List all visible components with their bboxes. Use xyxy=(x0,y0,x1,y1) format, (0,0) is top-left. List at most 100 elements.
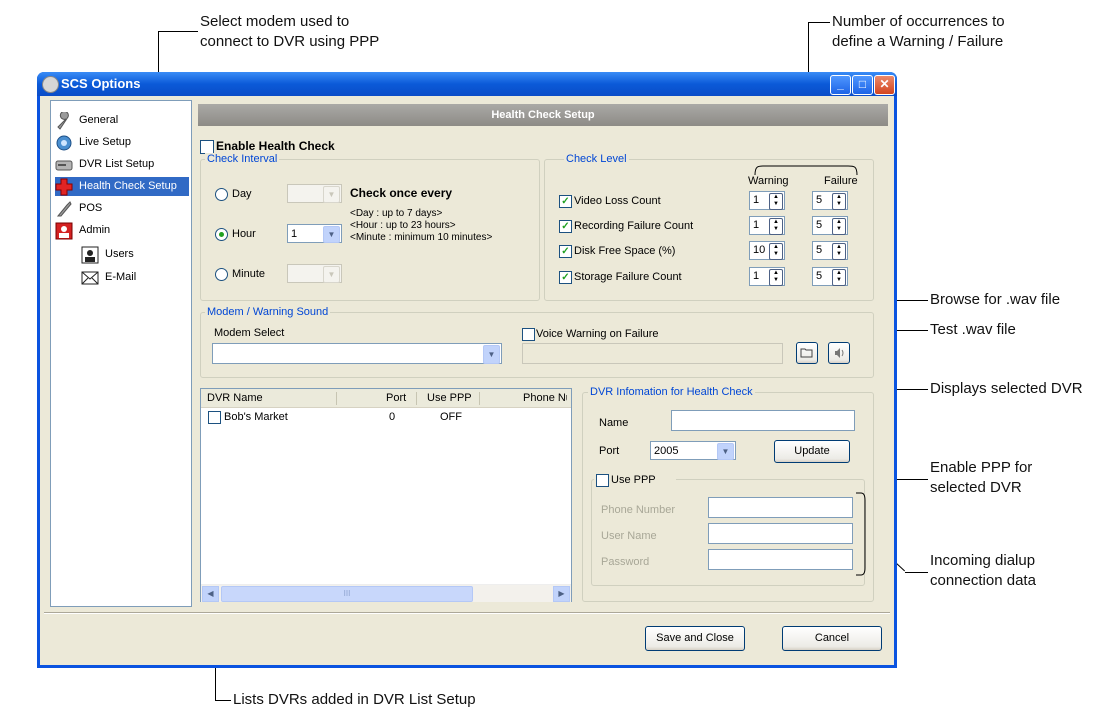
cancel-button[interactable]: Cancel xyxy=(782,626,882,651)
nav-item-live-setup[interactable]: Live Setup xyxy=(55,133,189,152)
disk-free-space-checkbox[interactable]: ✓ xyxy=(559,245,572,258)
bracket-icon xyxy=(856,492,866,576)
nav-item-pos[interactable]: POS xyxy=(55,199,189,218)
use-ppp-label: Use PPP xyxy=(611,474,656,486)
nav-item-health-check-setup[interactable]: Health Check Setup xyxy=(55,177,189,196)
recording-failure-checkbox[interactable]: ✓ xyxy=(559,220,572,233)
health-cross-icon xyxy=(55,178,73,196)
password-field[interactable] xyxy=(708,549,853,570)
name-label: Name xyxy=(599,417,629,429)
storage-failure-failure-stepper[interactable]: 5 ▲ ▼ xyxy=(812,267,848,286)
callout-line xyxy=(905,572,928,573)
user-name-field[interactable] xyxy=(708,523,853,544)
callout-incoming-dialup: Incoming dialup connection data xyxy=(930,552,1036,589)
voice-warning-checkbox[interactable] xyxy=(522,328,535,341)
video-loss-checkbox[interactable]: ✓ xyxy=(559,195,572,208)
hour-label: Hour xyxy=(232,228,256,240)
password-label: Password xyxy=(601,556,650,568)
column-phone-number[interactable]: Phone Nu xyxy=(523,391,567,405)
day-select[interactable]: ▼ xyxy=(287,184,342,203)
minimize-button[interactable]: _ xyxy=(830,75,851,95)
storage-failure-warning-stepper[interactable]: 1 ▲ ▼ xyxy=(749,267,785,286)
table-row[interactable]: Bob's Market 0 OFF xyxy=(201,409,571,425)
port-label: Port xyxy=(599,445,620,457)
dvr-name-cell: Bob's Market xyxy=(224,411,288,423)
save-and-close-button[interactable]: Save and Close xyxy=(645,626,745,651)
dvr-info-title: DVR Infomation for Health Check xyxy=(588,386,755,398)
update-button[interactable]: Update xyxy=(774,440,850,463)
check-level-title: Check Level xyxy=(564,153,629,165)
scroll-right-button[interactable]: ▶ xyxy=(553,586,570,602)
modem-select-label: Modem Select xyxy=(214,327,285,339)
panel-header: Health Check Setup xyxy=(198,104,888,126)
footer-divider xyxy=(44,612,890,614)
day-radio[interactable] xyxy=(215,188,228,201)
dvr-ppp-cell: OFF xyxy=(440,411,462,423)
nav-item-email[interactable]: E-Mail xyxy=(81,268,181,287)
check-interval-title: Check Interval xyxy=(205,153,280,165)
nav-item-admin[interactable]: Admin xyxy=(55,221,189,240)
hour-select[interactable]: 1 ▼ xyxy=(287,224,342,243)
nav-item-users[interactable]: Users xyxy=(81,245,181,264)
window-title: SCS Options xyxy=(61,76,141,91)
callout-line xyxy=(808,22,830,23)
nav-item-general[interactable]: General xyxy=(55,111,189,130)
column-dvr-name[interactable]: DVR Name xyxy=(207,391,263,405)
interval-note: <Minute : minimum 10 minutes> xyxy=(350,232,493,243)
wrench-icon xyxy=(57,112,69,130)
dvr-row-checkbox[interactable] xyxy=(208,411,221,424)
folder-open-icon xyxy=(800,348,813,358)
dvr-list[interactable]: DVR Name Port Use PPP Phone Nu Bob's Mar… xyxy=(200,388,572,602)
minute-label: Minute xyxy=(232,268,266,280)
bracket-icon xyxy=(754,165,858,176)
column-port[interactable]: Port xyxy=(386,391,406,405)
dvr-port-cell: 0 xyxy=(389,411,396,423)
maximize-button[interactable]: □ xyxy=(852,75,873,95)
phone-number-field[interactable] xyxy=(708,497,853,518)
video-loss-warning-stepper[interactable]: 1 ▲ ▼ xyxy=(749,191,785,210)
warning-column-header: Warning xyxy=(748,175,789,187)
disk-free-space-warning-stepper[interactable]: 10 ▲ ▼ xyxy=(749,241,785,260)
scroll-thumb[interactable]: III xyxy=(221,586,473,602)
storage-failure-checkbox[interactable]: ✓ xyxy=(559,271,572,284)
minute-select[interactable]: ▼ xyxy=(287,264,342,283)
disk-free-space-failure-stepper[interactable]: 5 ▲ ▼ xyxy=(812,241,848,260)
dvr-icon xyxy=(55,160,73,171)
options-nav: General Live Setup DVR List Setup Health… xyxy=(50,100,192,607)
scroll-left-button[interactable]: ◀ xyxy=(202,586,219,602)
interval-note: <Hour : up to 23 hours> xyxy=(350,220,456,231)
modem-select[interactable]: ▼ xyxy=(212,343,502,364)
close-button[interactable]: ✕ xyxy=(874,75,895,95)
callout-enable-ppp: Enable PPP for selected DVR xyxy=(930,459,1033,496)
callout-occurrences: Number of occurrences to define a Warning… xyxy=(832,13,1005,50)
hour-radio[interactable] xyxy=(215,228,228,241)
chevron-down-icon: ▼ xyxy=(323,266,340,283)
pos-icon xyxy=(56,201,72,217)
app-icon xyxy=(42,76,59,93)
interval-note: <Day : up to 7 days> xyxy=(350,208,443,219)
chevron-down-icon: ▼ xyxy=(323,186,340,203)
recording-failure-warning-stepper[interactable]: 1 ▲ ▼ xyxy=(749,216,785,235)
check-once-heading: Check once every xyxy=(350,186,453,200)
browse-wav-button[interactable] xyxy=(796,342,818,364)
voice-warning-label: Voice Warning on Failure xyxy=(536,328,659,340)
nav-item-dvr-list-setup[interactable]: DVR List Setup xyxy=(55,155,189,174)
enable-health-check-checkbox[interactable] xyxy=(200,140,214,154)
column-divider xyxy=(416,392,417,405)
chevron-down-icon: ▼ xyxy=(483,345,500,364)
storage-failure-label: Storage Failure Count xyxy=(574,271,682,283)
test-wav-button[interactable] xyxy=(828,342,850,364)
speaker-icon xyxy=(835,348,844,358)
use-ppp-checkbox[interactable] xyxy=(596,474,609,487)
title-bar[interactable]: SCS Options _ □ ✕ xyxy=(37,72,897,96)
port-select[interactable]: 2005 ▼ xyxy=(650,441,736,460)
minute-radio[interactable] xyxy=(215,268,228,281)
dvr-name-field[interactable] xyxy=(671,410,855,431)
disk-free-space-label: Disk Free Space (%) xyxy=(574,245,676,257)
column-use-ppp[interactable]: Use PPP xyxy=(427,391,472,405)
video-loss-failure-stepper[interactable]: 5 ▲ ▼ xyxy=(812,191,848,210)
recording-failure-label: Recording Failure Count xyxy=(574,220,694,232)
wav-path-field[interactable] xyxy=(522,343,783,364)
horizontal-scrollbar[interactable]: ◀ III ▶ xyxy=(201,584,571,602)
recording-failure-failure-stepper[interactable]: 5 ▲ ▼ xyxy=(812,216,848,235)
